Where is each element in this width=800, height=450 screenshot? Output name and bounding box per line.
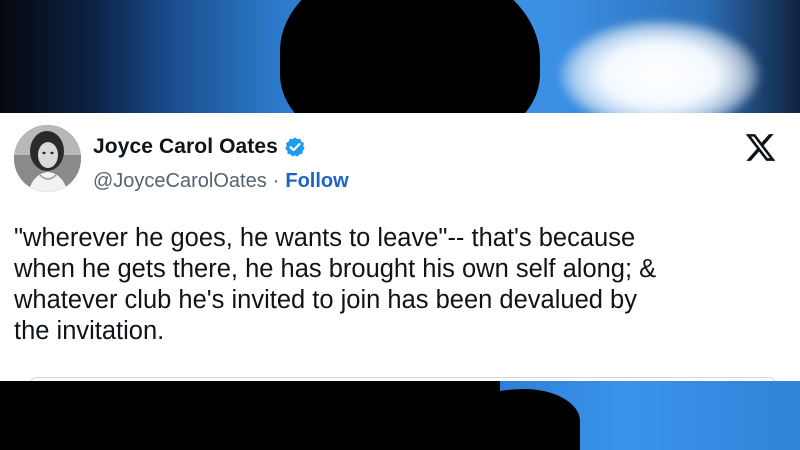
background-photo-bottom bbox=[0, 381, 800, 450]
avatar-photo bbox=[14, 125, 81, 192]
background-photo-top bbox=[0, 0, 800, 113]
x-logo-icon[interactable] bbox=[744, 131, 777, 164]
handle-separator: · bbox=[272, 170, 280, 192]
bird-logo-glow bbox=[560, 20, 760, 113]
author-handle-row: @JoyceCarolOates · Follow bbox=[93, 170, 349, 193]
author-name-row: Joyce Carol Oates bbox=[93, 135, 306, 159]
follow-button[interactable]: Follow bbox=[285, 170, 348, 193]
author-avatar[interactable] bbox=[14, 125, 81, 192]
verified-badge-icon bbox=[284, 136, 306, 158]
screenshot-stage: Joyce Carol Oates @JoyceCarolOates · Fol… bbox=[0, 0, 800, 450]
tweet-text: "wherever he goes, he wants to leave"-- … bbox=[14, 224, 657, 345]
person-silhouette-lower bbox=[0, 381, 500, 450]
author-handle[interactable]: @JoyceCarolOates bbox=[93, 170, 267, 193]
author-display-name[interactable]: Joyce Carol Oates bbox=[93, 135, 278, 159]
tweet-card: Joyce Carol Oates @JoyceCarolOates · Fol… bbox=[0, 113, 800, 384]
